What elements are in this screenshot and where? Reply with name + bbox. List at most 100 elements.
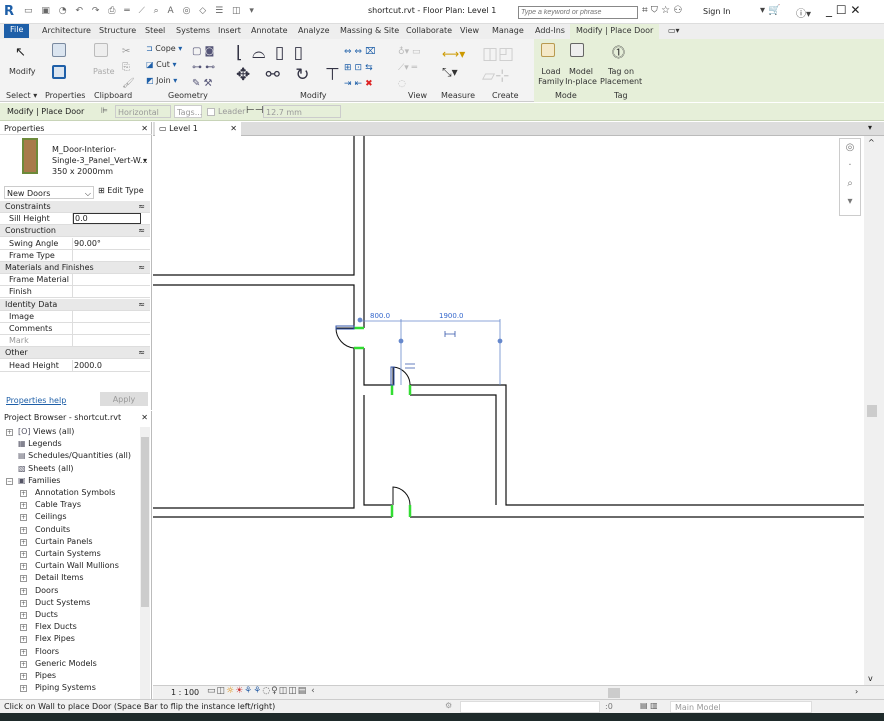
browser-family-node[interactable]: + Ceilings: [20, 512, 67, 522]
modify-button[interactable]: Modify: [9, 67, 36, 76]
measure-icons[interactable]: ⟷▾ ⤡▾: [442, 45, 465, 81]
collapse-icon[interactable]: ≈: [138, 300, 145, 309]
close-icon[interactable]: ✕: [141, 413, 148, 422]
expand-icon[interactable]: +: [20, 502, 27, 510]
geometry-icons[interactable]: ▢ ◙ ⊶ ⊷ ✎ ⚒: [192, 44, 215, 92]
view-scale[interactable]: 1 : 100: [171, 688, 199, 697]
paste-button[interactable]: Paste: [93, 67, 115, 76]
type-properties-icon[interactable]: [52, 43, 66, 57]
browser-scrollbar[interactable]: [140, 427, 150, 699]
design-option-select[interactable]: Main Model: [670, 701, 812, 713]
create-icons[interactable]: ◫◰ ▱⊹: [482, 43, 514, 87]
property-value[interactable]: 90.00°: [74, 239, 101, 248]
properties-icon[interactable]: [52, 65, 66, 79]
expand-icon[interactable]: +: [20, 599, 27, 607]
tab-annotate[interactable]: Annotate: [251, 26, 288, 35]
tab-collaborate[interactable]: Collaborate: [406, 26, 452, 35]
leader-checkbox[interactable]: [207, 108, 215, 116]
property-section[interactable]: Other ≈: [0, 347, 150, 360]
sign-in-link[interactable]: Sign In: [703, 7, 730, 16]
view-icons[interactable]: ♁▾ ▭ ⟋▾ ═ ◌: [398, 44, 420, 92]
cursor-icon[interactable]: ↖: [15, 45, 26, 60]
edit-type-button[interactable]: ⊞ Edit Type: [98, 186, 144, 195]
navigation-bar[interactable]: ◎ · ⌕ ▾: [839, 138, 861, 216]
tab-add-ins[interactable]: Add-Ins: [535, 26, 565, 35]
tab-manage[interactable]: Manage: [492, 26, 524, 35]
scroll-up-icon[interactable]: ^: [868, 138, 875, 147]
browser-family-node[interactable]: + Curtain Panels: [20, 537, 93, 546]
type-selector[interactable]: M_Door-Interior- Single-3_Panel_Vert-W..…: [52, 144, 148, 177]
temporary-dimensions[interactable]: [357, 317, 503, 385]
browser-family-node[interactable]: + Flex Pipes: [20, 634, 75, 644]
expand-icon[interactable]: +: [20, 575, 27, 583]
expand-icon[interactable]: +: [20, 648, 27, 656]
tab-steel[interactable]: Steel: [145, 26, 165, 35]
expand-icon[interactable]: +: [20, 526, 27, 534]
browser-family-node[interactable]: + Conduits: [20, 525, 70, 534]
tab-analyze[interactable]: Analyze: [298, 26, 330, 35]
browser-family-node[interactable]: + Curtain Systems: [20, 549, 101, 558]
browser-family-node[interactable]: + Flex Ducts: [20, 622, 77, 632]
browser-node[interactable]: ▤ Schedules/Quantities (all): [18, 451, 131, 460]
browser-node[interactable]: ▦ Legends: [18, 439, 62, 448]
browser-family-node[interactable]: + Cable Trays: [20, 500, 81, 510]
vertical-scrollbar[interactable]: ^ v: [864, 136, 884, 685]
join-button[interactable]: Join: [156, 76, 171, 85]
dimension-1900[interactable]: 1900.0: [439, 312, 464, 320]
browser-family-node[interactable]: + Generic Models: [20, 659, 97, 668]
expand-icon[interactable]: +: [20, 587, 27, 595]
tab-level-1[interactable]: ▭ Level 1 ✕: [155, 122, 241, 136]
tabs-menu-icon[interactable]: ▾: [868, 123, 872, 132]
browser-node[interactable]: − ▣ Families: [6, 476, 60, 485]
expand-icon[interactable]: +: [20, 685, 27, 693]
dimension-800[interactable]: 800.0: [370, 312, 390, 320]
cope-button[interactable]: Cope: [155, 44, 175, 53]
browser-family-node[interactable]: + Detail Items: [20, 573, 84, 583]
browser-family-node[interactable]: + Pipes: [20, 671, 56, 680]
browser-family-node[interactable]: + Annotation Symbols: [20, 488, 115, 497]
scroll-right-icon[interactable]: ›: [855, 687, 858, 696]
expand-icon[interactable]: +: [20, 624, 27, 632]
close-icon[interactable]: ✕: [230, 124, 237, 133]
expand-icon[interactable]: +: [20, 636, 27, 644]
cart-icon[interactable]: ▾ 🛒: [760, 5, 781, 16]
expand-icon[interactable]: +: [20, 551, 27, 558]
type-dropdown-icon[interactable]: ▾: [143, 156, 147, 165]
search-input[interactable]: [518, 6, 638, 19]
expand-icon[interactable]: +: [20, 673, 27, 680]
property-value[interactable]: 0.0: [73, 213, 141, 225]
array-mirror-icons[interactable]: ⇔⇔⌧ ⊞⊡⇆ ⇥⇤✖: [344, 44, 378, 92]
model-inplace-button[interactable]: Model In-place: [565, 67, 597, 87]
orientation-select[interactable]: Horizontal: [115, 105, 171, 118]
tab-modify-place-door[interactable]: Modify | Place Door: [570, 24, 660, 39]
browser-node[interactable]: + [O] Views (all): [6, 427, 74, 436]
revit-logo-icon[interactable]: R: [4, 4, 14, 19]
expand-icon[interactable]: +: [20, 660, 27, 668]
floor-plan[interactable]: 800.0 1900.0: [153, 136, 864, 685]
view-control-icons[interactable]: ▭◫☼☀⚘⚘◌♀◫◫▤ ‹: [207, 686, 316, 696]
browser-family-node[interactable]: + Curtain Wall Mullions: [20, 561, 119, 571]
clipboard-icons[interactable]: ✂ ⎘ 🖌: [122, 44, 135, 92]
tag-on-placement-icon[interactable]: ⓵: [612, 42, 625, 61]
help-icon[interactable]: ⓘ▾: [796, 5, 811, 20]
browser-family-node[interactable]: + Duct Systems: [20, 598, 90, 607]
cut-button[interactable]: Cut: [156, 60, 170, 69]
collapse-icon[interactable]: ≈: [138, 226, 145, 235]
browser-family-node[interactable]: + Doors: [20, 586, 58, 595]
tab-insert[interactable]: Insert: [218, 26, 241, 35]
property-section[interactable]: Construction ≈: [0, 225, 150, 238]
property-section[interactable]: Constraints ≈: [0, 201, 150, 213]
load-family-icon[interactable]: [541, 43, 555, 57]
browser-family-node[interactable]: + Ducts: [20, 610, 58, 619]
window-controls[interactable]: _ ☐ ✕: [826, 3, 860, 17]
browser-family-node[interactable]: + Floors: [20, 647, 59, 656]
drawing-area[interactable]: 800.0 1900.0 ◎ · ⌕ ▾: [153, 136, 864, 685]
move-rotate-icons[interactable]: ✥ ⚯ ↻ ⊤: [236, 65, 345, 85]
scroll-down-icon[interactable]: v: [868, 674, 873, 683]
expand-icon[interactable]: +: [20, 538, 27, 546]
infocenter-icons[interactable]: ⌗ ⛉ ☆ ⚇: [642, 5, 682, 16]
collapse-icon[interactable]: ≈: [138, 263, 145, 272]
close-icon[interactable]: ✕: [141, 124, 148, 133]
load-family-button[interactable]: Load Family: [538, 67, 564, 87]
workset-select[interactable]: [460, 701, 600, 713]
